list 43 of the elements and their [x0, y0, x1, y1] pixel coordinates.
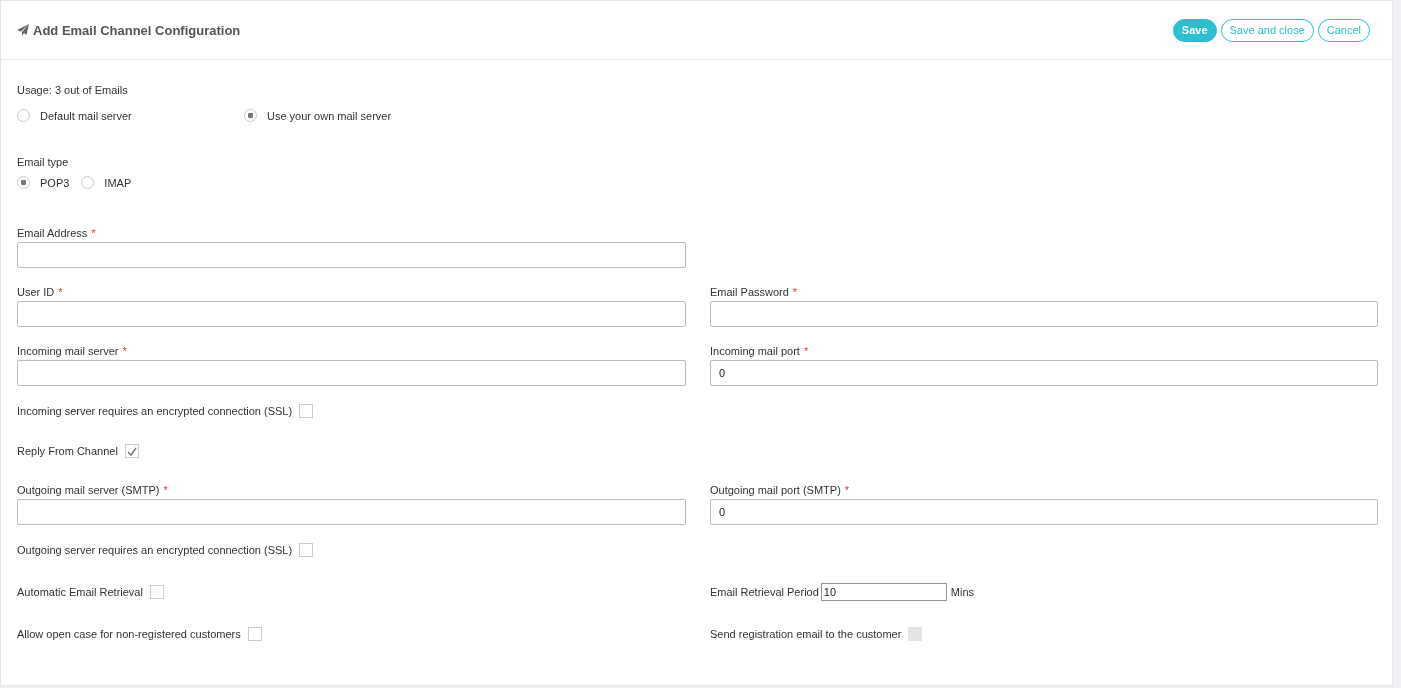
checkbox-label: Reply From Channel	[17, 445, 118, 457]
field-label: Email Retrieval Period	[710, 586, 819, 598]
required-marker: *	[803, 345, 809, 357]
radio-label: Default mail server	[40, 109, 132, 122]
checkbox-label: Automatic Email Retrieval	[17, 586, 143, 598]
checkbox[interactable]	[299, 543, 314, 557]
input-field[interactable]	[17, 301, 686, 327]
paper-plane-icon	[17, 24, 29, 36]
input-field[interactable]	[710, 301, 1378, 327]
required-marker: *	[122, 345, 127, 357]
radio-label: IMAP	[104, 176, 132, 189]
field-label: Outgoing mail port (SMTP)	[710, 484, 841, 496]
usage-text: Usage: 3 out of Emails	[17, 84, 129, 96]
checkbox[interactable]	[299, 404, 314, 418]
checkbox-label: Send registration email to the customer	[710, 628, 902, 640]
radio-label: Use your own mail server	[267, 109, 392, 122]
checkbox[interactable]	[124, 444, 139, 458]
input-field[interactable]	[17, 242, 686, 268]
field-label: Incoming mail port	[710, 345, 800, 357]
required-marker: *	[58, 286, 63, 298]
checkbox-label: Incoming server requires an encrypted connection (SSL)	[17, 405, 293, 417]
checkbox-label: Outgoing server requires an encrypted connection (SSL)	[17, 544, 293, 556]
page-title: Add Email Channel Configuration	[33, 22, 241, 38]
field-label: Email Address	[17, 227, 88, 239]
input-field[interactable]	[17, 499, 686, 525]
field-label: User ID	[17, 286, 55, 298]
required-marker: *	[163, 484, 168, 496]
input-field[interactable]: 0	[710, 499, 1378, 525]
required-marker: *	[792, 286, 798, 298]
input-field[interactable]: 0	[710, 360, 1378, 386]
checkbox[interactable]	[247, 627, 262, 641]
radio-label: POP3	[40, 176, 70, 189]
section-label: Email type	[17, 156, 70, 168]
field-label: Outgoing mail server (SMTP)	[17, 484, 160, 496]
required-marker: *	[91, 227, 96, 239]
checkbox[interactable]	[149, 585, 164, 599]
input-field[interactable]: 10	[820, 583, 947, 601]
unit-label: Mins	[950, 586, 975, 598]
field-label: Incoming mail server	[17, 345, 119, 357]
checkbox-label: Allow open case for non-registered customers	[17, 628, 241, 640]
field-label: Email Password	[710, 286, 789, 298]
required-marker: *	[844, 484, 850, 496]
input-field[interactable]	[17, 360, 686, 386]
